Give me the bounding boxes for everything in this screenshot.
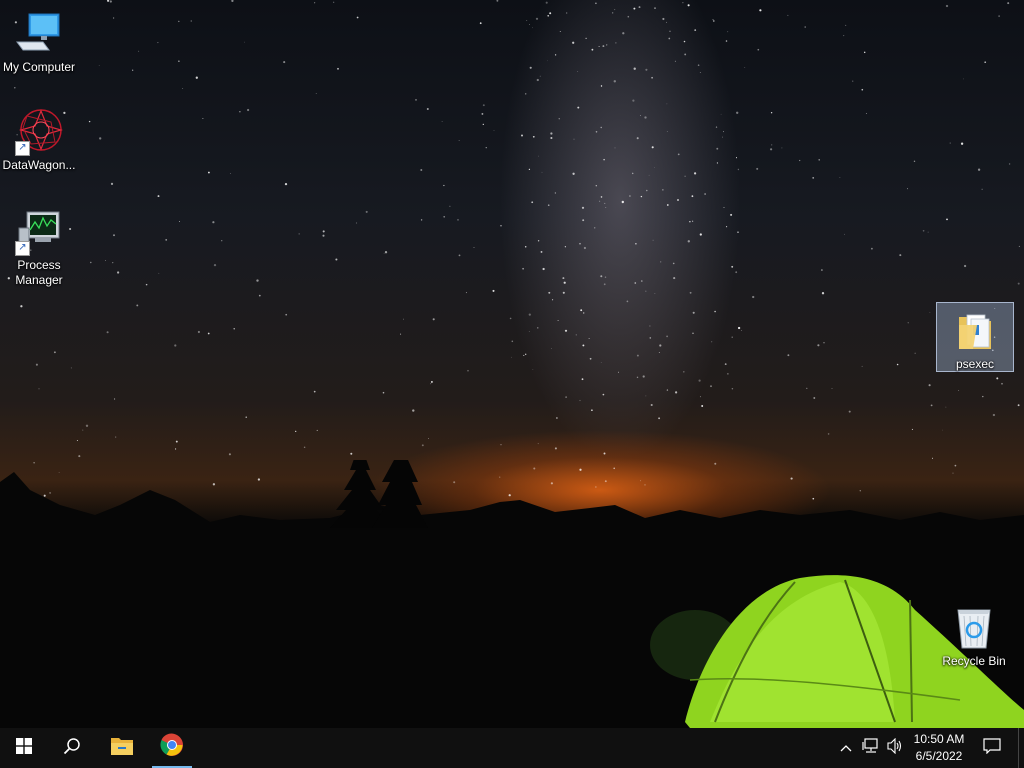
clock-time: 10:50 AM <box>913 732 965 746</box>
desktop-icon-label: My Computer <box>2 60 76 74</box>
process-manager-icon-shortcut[interactable]: ↗ Process Manager <box>1 204 77 288</box>
recycle-bin-icon[interactable]: Recycle Bin <box>936 600 1012 669</box>
search-button[interactable] <box>48 728 96 768</box>
show-hidden-icons-button[interactable] <box>836 728 856 768</box>
mountain-landscape <box>0 460 1024 728</box>
desktop[interactable]: My Computer ↗ DataWagon... ↗ Process Man… <box>0 0 1024 728</box>
chrome-taskbar-button[interactable] <box>152 728 192 768</box>
windows-logo-icon <box>16 737 32 759</box>
desktop-icon-label: Process Manager <box>15 258 63 287</box>
show-desktop-button[interactable] <box>1018 728 1024 768</box>
search-icon <box>63 737 81 760</box>
file-explorer-button[interactable] <box>98 728 146 768</box>
computer-icon <box>15 10 63 58</box>
shortcut-arrow-icon: ↗ <box>15 241 30 256</box>
network-icon <box>862 737 880 759</box>
recycle-bin-graphic-icon <box>950 604 998 652</box>
desktop-icon-label: Recycle Bin <box>942 654 1006 668</box>
action-center-icon <box>983 737 1001 759</box>
start-button[interactable] <box>0 728 48 768</box>
folder-icon <box>951 307 999 355</box>
psexec-folder-icon[interactable]: psexec <box>936 302 1014 372</box>
file-explorer-icon <box>110 736 134 761</box>
volume-icon <box>886 737 904 759</box>
chevron-up-icon <box>840 739 852 757</box>
action-center-button[interactable] <box>976 728 1008 768</box>
chrome-icon <box>160 733 184 762</box>
clock-date: 6/5/2022 <box>915 749 963 763</box>
desktop-icon-label: psexec <box>955 357 995 371</box>
network-button[interactable] <box>860 728 882 768</box>
datawagon-app-icon: ↗ <box>15 108 64 156</box>
my-computer-icon-shortcut[interactable]: My Computer <box>1 6 77 75</box>
shortcut-arrow-icon: ↗ <box>15 141 30 156</box>
datawagon-icon-shortcut[interactable]: ↗ DataWagon... <box>1 104 77 173</box>
volume-button[interactable] <box>884 728 906 768</box>
starry-sky <box>7 0 1020 500</box>
process-manager-app-icon: ↗ <box>15 208 63 256</box>
taskbar: 10:50 AM 6/5/2022 <box>0 728 1024 768</box>
desktop-icon-label: DataWagon... <box>2 158 76 172</box>
clock[interactable]: 10:50 AM 6/5/2022 <box>904 731 974 765</box>
